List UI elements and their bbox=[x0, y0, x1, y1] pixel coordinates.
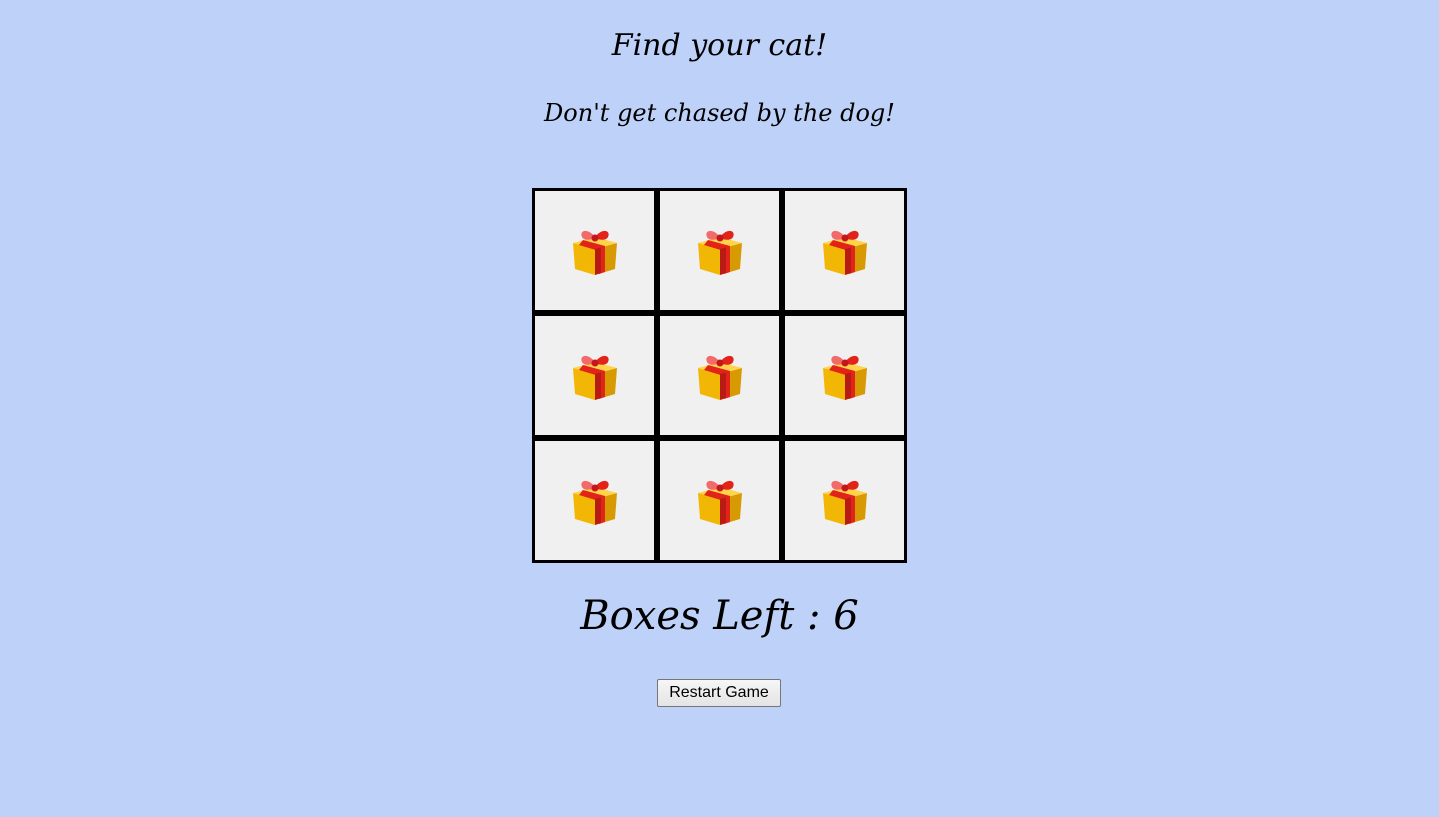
box-3[interactable] bbox=[782, 188, 907, 313]
game-page: Find your cat! Don't get chased by the d… bbox=[0, 0, 1439, 817]
box-9[interactable] bbox=[782, 438, 907, 563]
gift-box-icon bbox=[822, 480, 867, 525]
gift-box-icon bbox=[697, 230, 742, 275]
gift-box-icon bbox=[572, 480, 617, 525]
gift-box-icon bbox=[822, 355, 867, 400]
box-6[interactable] bbox=[782, 313, 907, 438]
gift-box-icon bbox=[572, 355, 617, 400]
gift-box-icon bbox=[697, 355, 742, 400]
box-5[interactable] bbox=[657, 313, 782, 438]
box-8[interactable] bbox=[657, 438, 782, 563]
gift-box-icon bbox=[697, 480, 742, 525]
game-board bbox=[532, 188, 907, 563]
page-subtitle: Don't get chased by the dog! bbox=[544, 99, 895, 127]
page-title: Find your cat! bbox=[611, 28, 828, 63]
box-2[interactable] bbox=[657, 188, 782, 313]
box-1[interactable] bbox=[532, 188, 657, 313]
gift-box-icon bbox=[822, 230, 867, 275]
box-7[interactable] bbox=[532, 438, 657, 563]
boxes-left-counter: Boxes Left : 6 bbox=[580, 593, 859, 639]
box-4[interactable] bbox=[532, 313, 657, 438]
restart-game-button[interactable]: Restart Game bbox=[657, 679, 781, 707]
gift-box-icon bbox=[572, 230, 617, 275]
